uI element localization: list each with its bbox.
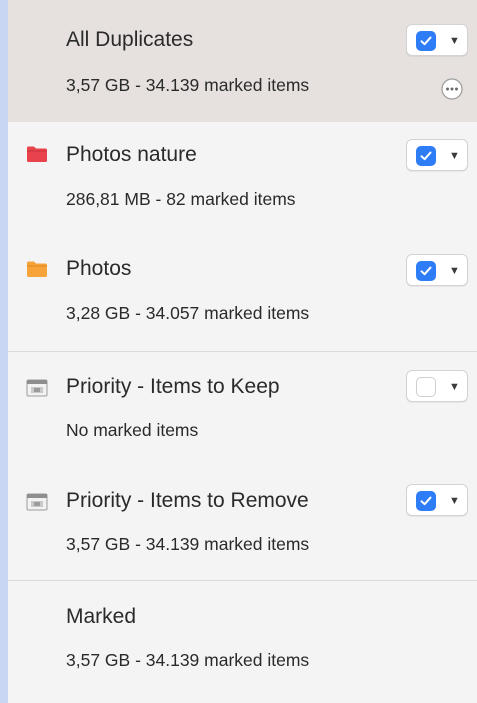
sidebar-item-priority-keep[interactable]: Priority - Items to Keep No marked items… (8, 352, 477, 466)
checkmark-icon (420, 266, 432, 276)
red-folder-icon (27, 146, 47, 162)
sidebar-item-marked[interactable]: Marked 3,57 GB - 34.139 marked items (8, 581, 477, 703)
sidebar-item-photos[interactable]: Photos 3,28 GB - 34.057 marked items ▼ (8, 236, 477, 350)
item-subtitle: 3,57 GB - 34.139 marked items (66, 75, 310, 95)
dropdown-caret-icon: ▼ (449, 150, 460, 162)
item-subtitle: 3,28 GB - 34.057 marked items (66, 303, 310, 323)
checkmark-icon (420, 496, 432, 506)
mark-dropdown[interactable]: ▼ (406, 139, 468, 171)
item-title: Photos (66, 257, 132, 280)
sidebar-item-priority-remove[interactable]: Priority - Items to Remove 3,57 GB - 34.… (8, 466, 477, 580)
dropdown-caret-icon: ▼ (449, 495, 460, 507)
sidebar-accent-strip (0, 0, 8, 703)
dropdown-caret-icon: ▼ (449, 381, 460, 393)
sidebar-item-all-duplicates[interactable]: All Duplicates 3,57 GB - 34.139 marked i… (8, 0, 477, 122)
item-subtitle: 286,81 MB - 82 marked items (66, 189, 296, 209)
checkmark-icon (420, 36, 432, 46)
checkbox-checked[interactable] (416, 31, 436, 51)
item-subtitle: No marked items (66, 420, 199, 440)
checkmark-icon (420, 151, 432, 161)
checkbox-checked[interactable] (416, 261, 436, 281)
duplicates-sidebar: All Duplicates 3,57 GB - 34.139 marked i… (0, 0, 477, 703)
item-subtitle: 3,57 GB - 34.139 marked items (66, 650, 310, 670)
dropdown-caret-icon: ▼ (449, 265, 460, 277)
more-options-icon[interactable] (440, 77, 464, 101)
checkbox-unchecked[interactable] (416, 377, 436, 397)
item-subtitle: 3,57 GB - 34.139 marked items (66, 534, 310, 554)
item-title: Marked (66, 605, 137, 628)
sidebar-item-photos-nature[interactable]: Photos nature 286,81 MB - 82 marked item… (8, 122, 477, 236)
item-title: All Duplicates (66, 28, 194, 51)
mark-dropdown[interactable]: ▼ (406, 24, 468, 56)
mark-dropdown[interactable]: ▼ (406, 484, 468, 516)
checkbox-checked[interactable] (416, 146, 436, 166)
dropdown-caret-icon: ▼ (449, 35, 460, 47)
priority-list-icon (26, 379, 48, 397)
mark-dropdown[interactable]: ▼ (406, 370, 468, 402)
item-title: Priority - Items to Keep (66, 375, 280, 398)
item-title: Photos nature (66, 143, 197, 166)
orange-folder-icon (27, 261, 47, 277)
priority-list-icon (26, 493, 48, 511)
checkbox-checked[interactable] (416, 491, 436, 511)
mark-dropdown[interactable]: ▼ (406, 254, 468, 286)
item-title: Priority - Items to Remove (66, 489, 309, 512)
